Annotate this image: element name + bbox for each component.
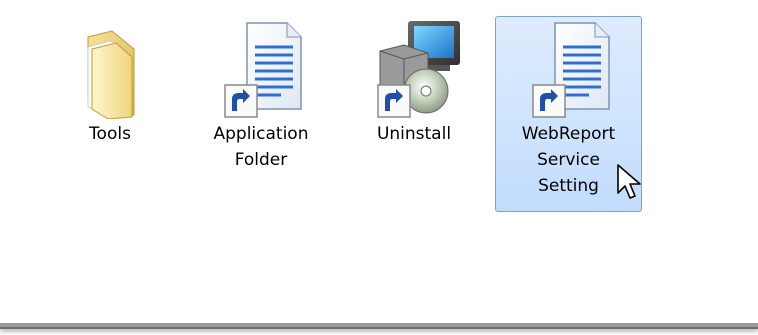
document-shortcut-icon xyxy=(519,19,619,119)
file-item-uninstall[interactable]: Uninstall xyxy=(356,16,472,216)
folder-icon xyxy=(60,19,160,119)
file-item-label: Application Folder xyxy=(213,124,309,170)
file-item-label: Uninstall xyxy=(376,124,452,144)
file-item-application-folder[interactable]: Application Folder xyxy=(196,16,326,216)
file-item-label: Tools xyxy=(89,124,131,144)
document-shortcut-icon xyxy=(211,19,311,119)
mouse-pointer-icon xyxy=(617,164,641,199)
uninstall-shortcut-icon xyxy=(364,19,464,119)
file-item-tools[interactable]: Tools xyxy=(52,16,168,216)
